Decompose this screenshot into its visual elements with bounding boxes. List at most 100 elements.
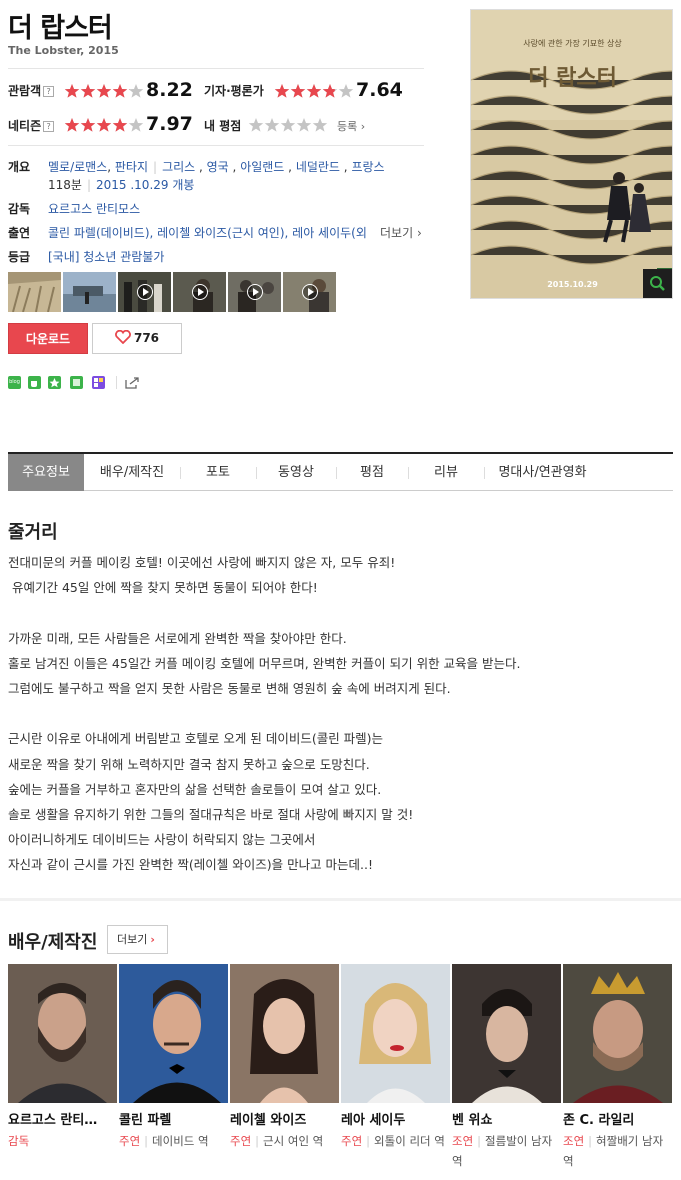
- bookmark-share-icon[interactable]: [48, 376, 61, 389]
- country-link[interactable]: 아일랜드: [240, 160, 284, 174]
- character-name: 외톨이 리더 역: [374, 1134, 445, 1148]
- cast-links[interactable]: 콜린 파렐(데이비드), 레이첼 와이즈(근시 여인), 레아 세이두(외...: [48, 224, 368, 241]
- cast-more-label: 더보기: [380, 226, 414, 240]
- video-thumbnail[interactable]: [228, 272, 281, 312]
- star-icon: [96, 118, 112, 132]
- director-link[interactable]: 요르고스 란티모스: [48, 200, 140, 217]
- poster-zoom-button[interactable]: [643, 269, 672, 298]
- role-type: 주연: [230, 1134, 252, 1148]
- synopsis-line: 그럼에도 불구하고 짝을 얻지 못한 사람은 동물로 변해 영원히 숲 속에 버…: [8, 681, 451, 697]
- star-icon: [112, 84, 128, 98]
- band-share-icon[interactable]: [70, 376, 83, 389]
- cast-name[interactable]: 레아 세이두: [341, 1109, 405, 1128]
- synopsis-line: 솔로 생활을 유지하기 위한 그들의 절대규칙은 바로 절대 사랑에 빠지지 말…: [8, 807, 414, 823]
- star-icon: [274, 84, 290, 98]
- rating-grade-label: 등급: [8, 250, 31, 264]
- tab-cast-crew[interactable]: 배우/제작진: [84, 454, 180, 491]
- like-button[interactable]: 776: [92, 323, 182, 354]
- star-icon[interactable]: [312, 117, 328, 133]
- cast-photo[interactable]: [230, 964, 339, 1103]
- synopsis-line: 홀로 남겨진 이들은 45일간 커플 메이킹 호텔에 머무르며, 완벽한 커플이…: [8, 655, 521, 671]
- audience-stars: [64, 83, 144, 99]
- overview-runtime-release: 118분 | 2015 .10.29 개봉: [48, 178, 195, 192]
- photo-thumbnail-image: [63, 272, 116, 312]
- cast-photo[interactable]: [341, 964, 450, 1103]
- director-label: 감독: [8, 202, 31, 216]
- register-label: 등록: [337, 120, 358, 133]
- star-icon[interactable]: [296, 117, 312, 133]
- tab-photos[interactable]: 포토: [180, 454, 256, 491]
- photo-thumbnail[interactable]: [63, 272, 116, 312]
- memo-share-icon[interactable]: [92, 376, 105, 389]
- netizen-score: 7.97: [146, 113, 193, 135]
- star-icon: [128, 84, 144, 98]
- star-icon[interactable]: [248, 117, 264, 133]
- cast-more-link[interactable]: 더보기 ›: [380, 224, 422, 241]
- cast-name[interactable]: 벤 위쇼: [452, 1109, 492, 1128]
- play-icon: [191, 284, 208, 300]
- overview-genres-countries: 멜로/로맨스, 판타지 | 그리스 , 영국 , 아일랜드 , 네덜란드 , 프랑스: [48, 160, 385, 174]
- cast-name[interactable]: 레이첼 와이즈: [230, 1109, 306, 1128]
- genre-link[interactable]: 판타지: [115, 160, 148, 174]
- help-icon[interactable]: ?: [43, 86, 55, 97]
- country-link[interactable]: 영국: [207, 160, 229, 174]
- tab-main-info[interactable]: 주요정보: [8, 454, 84, 491]
- share-icon[interactable]: [124, 376, 139, 389]
- chevron-right-icon: ›: [150, 933, 155, 946]
- rating-grade-link[interactable]: [국내] 청소년 관람불가: [48, 248, 164, 265]
- country-link[interactable]: 프랑스: [351, 160, 384, 174]
- blog-share-icon[interactable]: blog: [8, 376, 21, 389]
- cast-photo[interactable]: [452, 964, 561, 1103]
- synopsis-line: 아이러니하게도 데이비드는 사랑이 허락되지 않는 그곳에서: [8, 832, 316, 848]
- tab-videos[interactable]: 동영상: [256, 454, 336, 491]
- audience-rating: 관람객?: [8, 82, 55, 99]
- star-icon[interactable]: [280, 117, 296, 133]
- play-icon: [136, 284, 153, 300]
- star-icon[interactable]: [264, 117, 280, 133]
- genre-link[interactable]: 멜로/로맨스: [48, 160, 107, 174]
- movie-subtitle: The Lobster, 2015: [8, 44, 119, 57]
- cafe-share-icon[interactable]: [28, 376, 41, 389]
- download-button[interactable]: 다운로드: [8, 323, 88, 354]
- help-icon[interactable]: ?: [43, 121, 55, 132]
- movie-poster[interactable]: 사랑에 관한 가장 기묘한 상상 더 랍스터 2015.10.29: [470, 9, 673, 299]
- tab-quotes-related[interactable]: 명대사/연관영화: [484, 454, 601, 491]
- poster-image: [471, 10, 672, 298]
- photo-thumbnail[interactable]: [8, 272, 61, 312]
- photo-thumbnail[interactable]: [118, 272, 171, 312]
- video-thumbnail[interactable]: [283, 272, 336, 312]
- photo-thumbnail-image: [8, 272, 61, 312]
- critic-label: 기자·평론가: [204, 84, 264, 98]
- audience-label: 관람객: [8, 84, 42, 98]
- cast-photo[interactable]: [563, 964, 672, 1103]
- cast-name[interactable]: 콜린 파렐: [119, 1109, 171, 1128]
- release-date-link[interactable]: 2015 .10.29 개봉: [96, 178, 194, 192]
- video-thumbnail[interactable]: [173, 272, 226, 312]
- register-rating-link[interactable]: 등록 ›: [337, 118, 365, 134]
- my-rating-stars[interactable]: [248, 117, 328, 133]
- cast-photo[interactable]: [8, 964, 117, 1103]
- play-icon: [246, 284, 263, 300]
- country-link[interactable]: 그리스: [162, 160, 195, 174]
- grid-icon: [94, 378, 103, 387]
- cast-more-button[interactable]: 더보기 ›: [107, 925, 168, 954]
- like-count: 776: [133, 331, 160, 345]
- cast-role: 감독: [8, 1131, 116, 1151]
- star-icon: [290, 84, 306, 98]
- star-icon: [64, 118, 80, 132]
- tab-ratings[interactable]: 평점: [336, 454, 408, 491]
- runtime: 118분: [48, 178, 82, 192]
- cast-photo[interactable]: [119, 964, 228, 1103]
- person-photo: [119, 964, 228, 1103]
- synopsis-line: 새로운 짝을 찾기 위해 노력하지만 결국 참지 못하고 숲으로 도망친다.: [8, 756, 370, 772]
- person-photo: [341, 964, 450, 1103]
- tab-reviews[interactable]: 리뷰: [408, 454, 484, 491]
- star-icon: [49, 378, 60, 388]
- country-link[interactable]: 네덜란드: [296, 160, 340, 174]
- role-type: 주연: [119, 1134, 141, 1148]
- cast-name[interactable]: 존 C. 라일리: [563, 1109, 634, 1128]
- cast-name[interactable]: 요르고스 란티…: [8, 1109, 97, 1128]
- cast-section-heading: 배우/제작진: [8, 932, 98, 953]
- play-icon: [301, 284, 318, 300]
- star-icon: [306, 84, 322, 98]
